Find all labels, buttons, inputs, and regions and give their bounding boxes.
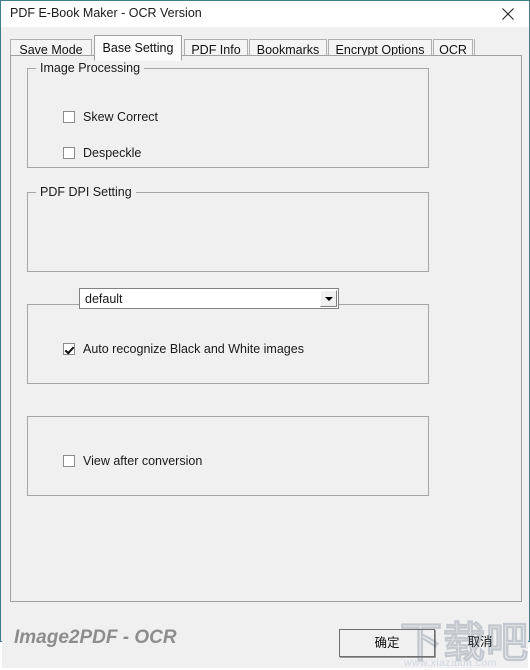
chevron-down-icon[interactable] [320, 290, 337, 307]
title-bar: PDF E-Book Maker - OCR Version [1, 1, 529, 27]
checkbox-auto-recognize-bw-box[interactable] [63, 343, 75, 355]
tab-base-setting[interactable]: Base Setting [94, 35, 182, 61]
checkbox-skew-correct-box[interactable] [63, 111, 75, 123]
ok-button[interactable]: 确定 [339, 629, 435, 657]
close-icon [502, 8, 514, 20]
group-pdf-dpi-setting-title: PDF DPI Setting [36, 185, 136, 199]
checkbox-view-after-conversion-label: View after conversion [83, 454, 203, 468]
checkbox-view-after-conversion-box[interactable] [63, 455, 75, 467]
dpi-setting-value: default [85, 292, 123, 306]
brand-label: Image2PDF - OCR [14, 627, 177, 648]
checkbox-despeckle[interactable]: Despeckle [63, 146, 141, 160]
checkbox-view-after-conversion[interactable]: View after conversion [63, 454, 202, 468]
group-pdf-dpi-setting: PDF DPI Setting [27, 185, 429, 272]
client-area: Save Mode Base Setting PDF Info Bookmark… [2, 27, 529, 669]
checkbox-skew-correct[interactable]: Skew Correct [63, 110, 158, 124]
window-title: PDF E-Book Maker - OCR Version [10, 6, 202, 20]
cancel-button[interactable]: 取消 [442, 629, 518, 657]
checkbox-skew-correct-label: Skew Correct [83, 110, 159, 124]
checkbox-auto-recognize-bw[interactable]: Auto recognize Black and White images [63, 342, 304, 356]
checkbox-despeckle-label: Despeckle [83, 146, 142, 160]
checkbox-auto-recognize-bw-label: Auto recognize Black and White images [83, 342, 304, 356]
group-image-processing-title: Image Processing [36, 61, 145, 75]
dpi-setting-combobox[interactable]: default [79, 288, 339, 309]
application-window: PDF E-Book Maker - OCR Version Save Mode… [0, 0, 530, 669]
close-button[interactable] [487, 1, 529, 26]
tab-panel-base-setting: Image Processing PDF DPI Setting Skew Co… [10, 55, 522, 602]
checkbox-despeckle-box[interactable] [63, 147, 75, 159]
